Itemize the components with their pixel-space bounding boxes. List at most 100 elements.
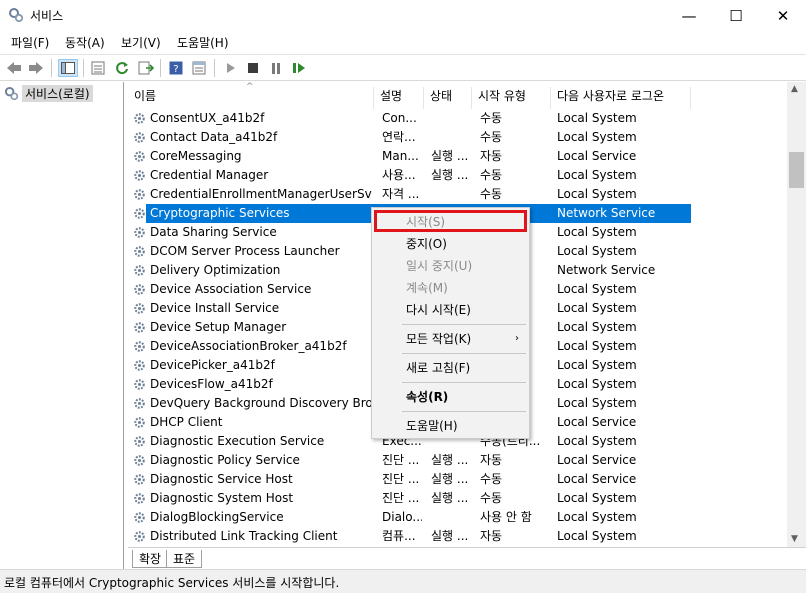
menu-refresh[interactable]: 새로 고침(F) [372,357,529,379]
menu-stop[interactable]: 중지(O) [372,233,529,255]
cell-startup-type: 자동 [480,453,503,467]
cell-status: 실행 ... [431,472,469,486]
cell-logon-as: Local System [557,301,637,315]
services-gear-icon [4,86,19,101]
menu-all-tasks[interactable]: 모든 작업(K) › [372,328,529,350]
scroll-up-icon[interactable]: ▲ [791,84,798,94]
menu-pause[interactable]: 일시 중지(U) [372,255,529,277]
properties-view-icon[interactable] [189,59,209,77]
table-row[interactable]: Credential Manager 사용... 실행 ... 수동 Local Sys… [128,166,691,185]
forward-arrow-icon[interactable] [26,59,46,77]
cell-name: CredentialEnrollmentManagerUserSvc_a... [150,187,372,201]
cell-logon-as: Local Service [557,415,637,429]
tab-standard[interactable]: 표준 [166,550,203,568]
pause-icon[interactable] [266,59,286,77]
service-gear-icon [132,187,147,202]
scrollbar-thumb[interactable] [789,152,804,188]
table-row[interactable]: Distributed Link Tracking Client 컴퓨... 실행 … [128,527,691,546]
cell-status [431,508,471,527]
cell-logon-as: Local System [557,244,637,258]
cell-name: Delivery Optimization [150,263,281,277]
column-name[interactable]: 이름 [128,87,374,109]
cell-logon-as: Local System [557,111,637,125]
play-icon[interactable] [221,59,241,77]
menu-restart[interactable]: 다시 시작(E) [372,299,529,321]
cell-description: 연락... [382,130,416,144]
tab-extended[interactable]: 확장 [132,550,169,568]
cell-name: Contact Data_a41b2f [150,130,278,144]
tree-item-services-local[interactable]: 서비스(로컬) [4,85,93,102]
stop-icon[interactable] [243,59,263,77]
column-header: 이름 설명 상태 시작 유형 다음 사용자로 로그온 [128,87,788,109]
column-description[interactable]: 설명 [374,87,424,109]
cell-description: Dialo... [382,510,422,524]
list-view-icon[interactable] [88,59,108,77]
table-row[interactable]: Diagnostic System Host 진단 ... 실행 ... 수동 Loca… [128,489,691,508]
svg-text:?: ? [173,64,178,75]
column-logon-as[interactable]: 다음 사용자로 로그온 [551,87,691,109]
cell-name: Diagnostic Service Host [150,472,293,486]
table-row[interactable]: Contact Data_a41b2f 연락... 수동 Local System [128,128,691,147]
back-arrow-icon[interactable] [4,59,24,77]
service-gear-icon [132,377,147,392]
cell-logon-as: Local System [557,491,637,505]
cell-description: 사용... [382,168,416,182]
cell-startup-type: 수동 [480,491,503,505]
table-row[interactable]: ConsentUX_a41b2f Con... 수동 Local System [128,109,691,128]
menu-properties[interactable]: 속성(R) [372,386,529,408]
maximize-button[interactable]: ☐ [713,0,759,31]
service-gear-icon [132,130,147,145]
console-tree-icon[interactable] [58,59,78,77]
menu-help[interactable]: 도움말(H) [177,34,229,51]
menu-view[interactable]: 보기(V) [121,34,161,51]
cell-logon-as: Network Service [557,263,656,277]
cell-name: DevQuery Background Discovery Broker [150,396,372,410]
service-gear-icon [132,434,147,449]
cell-logon-as: Network Service [557,206,656,220]
cell-description: 자격 ... [382,187,420,201]
help-icon[interactable]: ? [166,59,186,77]
table-row[interactable]: DialogBlockingService Dialo... 사용 안 함 Local… [128,508,691,527]
cell-name: CoreMessaging [150,149,242,163]
cell-name: Diagnostic Execution Service [150,434,325,448]
cell-logon-as: Local System [557,510,637,524]
cell-name: DevicePicker_a41b2f [150,358,275,372]
cell-logon-as: Local Service [557,472,637,486]
close-button[interactable]: ✕ [760,0,806,31]
cell-logon-as: Local System [557,529,637,543]
table-row[interactable]: Diagnostic Service Host 진단 ... 실행 ... 수동 Loc… [128,470,691,489]
cell-startup-type: 수동 [480,187,503,201]
service-gear-icon [132,168,147,183]
table-row[interactable]: Diagnostic Policy Service 진단 ... 실행 ... 자동 L… [128,451,691,470]
console-tree-pane: 서비스(로컬) [0,82,124,569]
cell-description: Con... [382,111,417,125]
cell-logon-as: Local Service [557,453,637,467]
title-bar: 서비스 — ☐ ✕ [0,0,806,31]
menu-bar: 파일(F) 동작(A) 보기(V) 도움말(H) [0,31,806,53]
export-list-icon[interactable] [136,59,156,77]
cell-description: 진단 ... [382,491,420,505]
cell-name: Diagnostic Policy Service [150,453,300,467]
menu-resume[interactable]: 계속(M) [372,277,529,299]
cell-startup-type: 사용 안 함 [480,510,532,524]
table-row[interactable]: CredentialEnrollmentManagerUserSvc_a... 자… [128,185,691,204]
window-title: 서비스 [30,9,64,23]
refresh-icon[interactable] [112,59,132,77]
vertical-scrollbar[interactable]: ▲ ▼ [787,82,806,547]
service-gear-icon [132,491,147,506]
cell-status: 실행 ... [431,453,469,467]
menu-file[interactable]: 파일(F) [11,34,49,51]
cell-logon-as: Local System [557,396,637,410]
scroll-down-icon[interactable]: ▼ [791,534,798,544]
column-startup-type[interactable]: 시작 유형 [472,87,551,109]
menu-action[interactable]: 동작(A) [65,34,105,51]
resume-icon[interactable] [289,59,309,77]
minimize-button[interactable]: — [666,0,712,31]
service-gear-icon [132,396,147,411]
cell-name: Distributed Link Tracking Client [150,529,338,543]
menu-help-item[interactable]: 도움말(H) [372,415,529,437]
column-status[interactable]: 상태 [424,87,472,109]
service-gear-icon [132,111,147,126]
table-row[interactable]: CoreMessaging Man... 실행 ... 자동 Local Service [128,147,691,166]
cell-logon-as: Local System [557,282,637,296]
